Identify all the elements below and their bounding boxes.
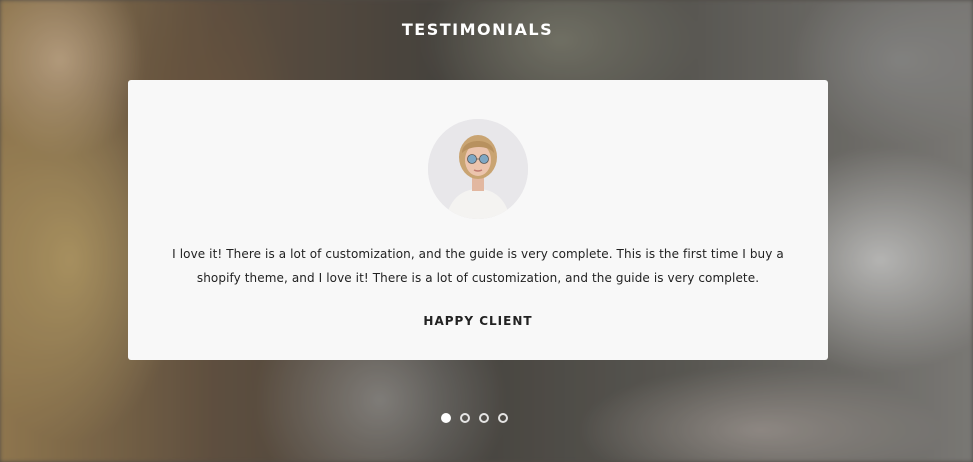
testimonial-author: HAPPY CLIENT bbox=[423, 314, 533, 328]
carousel-dot-4[interactable] bbox=[498, 413, 508, 423]
testimonials-section: TESTIMONIALS I love it! There is a lot o… bbox=[0, 0, 973, 462]
carousel-dot-2[interactable] bbox=[460, 413, 470, 423]
section-title: TESTIMONIALS bbox=[401, 20, 554, 39]
carousel-dot-1[interactable] bbox=[441, 413, 451, 423]
carousel-dot-3[interactable] bbox=[479, 413, 489, 423]
client-avatar bbox=[428, 119, 528, 219]
testimonial-card: I love it! There is a lot of customizati… bbox=[128, 80, 828, 360]
testimonial-quote: I love it! There is a lot of customizati… bbox=[172, 247, 784, 285]
carousel-pagination bbox=[441, 413, 508, 423]
